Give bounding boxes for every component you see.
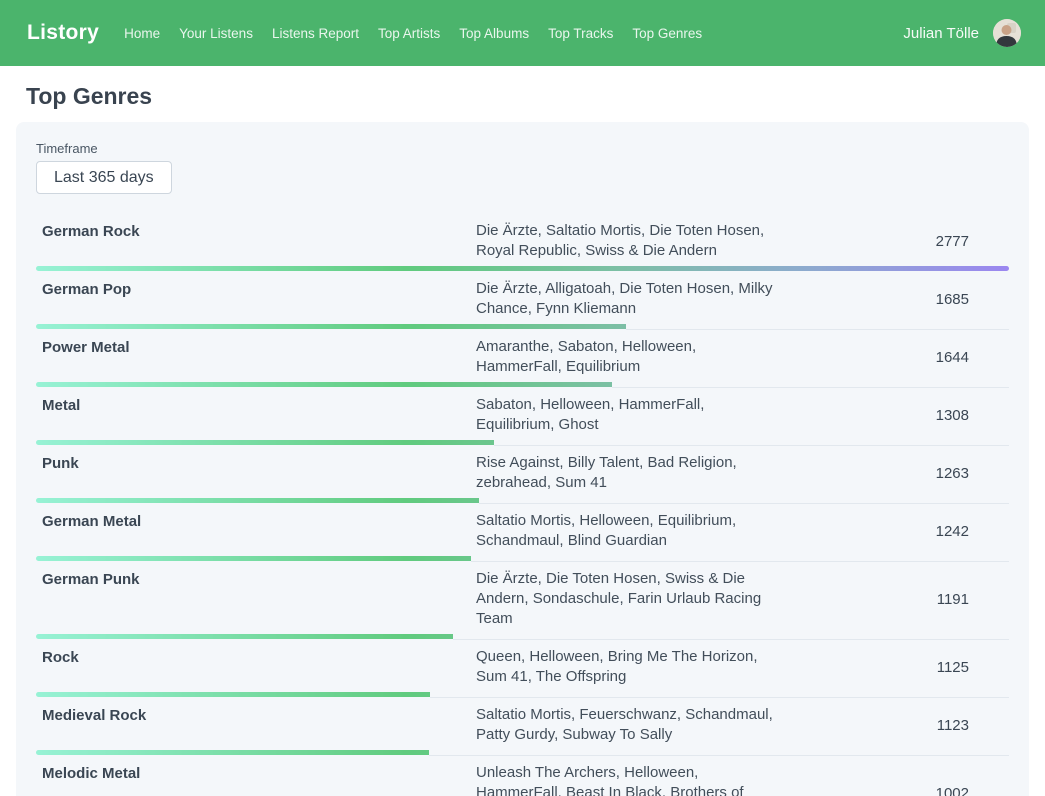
genre-progress-bar [36, 324, 1009, 329]
genre-row: Melodic Metal Unleash The Archers, Hello… [36, 758, 1009, 796]
genre-listen-count: 1644 [784, 349, 1009, 366]
genre-row: Punk Rise Against, Billy Talent, Bad Rel… [36, 448, 1009, 503]
genre-name: German Punk [36, 569, 476, 588]
nav-link-top-artists[interactable]: Top Artists [378, 26, 440, 41]
progress-bar-track [453, 633, 1009, 640]
genre-progress-bar [36, 556, 1009, 561]
genre-row: German Rock Die Ärzte, Saltatio Mortis, … [36, 216, 1009, 271]
progress-bar-fill [36, 266, 1009, 271]
user-name[interactable]: Julian Tölle [903, 25, 979, 42]
nav-link-home[interactable]: Home [124, 26, 160, 41]
nav-link-listens-report[interactable]: Listens Report [272, 26, 359, 41]
genre-progress-bar [36, 440, 1009, 445]
genre-listen-count: 1308 [784, 407, 1009, 424]
genre-artists: Die Ärzte, Alligatoah, Die Toten Hosen, … [476, 279, 784, 319]
genre-name: German Pop [36, 279, 476, 298]
genre-name: Medieval Rock [36, 705, 476, 724]
genre-artists: Rise Against, Billy Talent, Bad Religion… [476, 453, 784, 493]
genre-listen-count: 1125 [784, 659, 1009, 676]
progress-bar-track [471, 555, 1009, 562]
genre-artists: Saltatio Mortis, Feuerschwanz, Schandmau… [476, 705, 784, 745]
genre-row: Rock Queen, Helloween, Bring Me The Hori… [36, 642, 1009, 697]
timeframe-select[interactable]: Last 365 days [36, 161, 172, 194]
genre-progress-bar [36, 750, 1009, 755]
progress-bar-track [612, 381, 1009, 388]
app-header: Listory Home Your Listens Listens Report To… [0, 0, 1045, 66]
genre-row: German Metal Saltatio Mortis, Helloween,… [36, 506, 1009, 561]
genre-progress-bar [36, 382, 1009, 387]
genre-listen-count: 1242 [784, 523, 1009, 540]
genre-row: Medieval Rock Saltatio Mortis, Feuerschw… [36, 700, 1009, 755]
genre-name: German Metal [36, 511, 476, 530]
genre-list: German Rock Die Ärzte, Saltatio Mortis, … [36, 216, 1009, 796]
top-genres-card: Timeframe Last 365 days German Rock Die … [16, 122, 1029, 796]
genre-artists: Queen, Helloween, Bring Me The Horizon, … [476, 647, 784, 687]
genre-artists: Die Ärzte, Die Toten Hosen, Swiss & Die … [476, 569, 784, 629]
genre-progress-bar [36, 266, 1009, 271]
genre-row: German Pop Die Ärzte, Alligatoah, Die To… [36, 274, 1009, 329]
genre-progress-bar [36, 498, 1009, 503]
main-nav: Home Your Listens Listens Report Top Artist… [124, 26, 702, 41]
progress-bar-track [429, 749, 1009, 756]
progress-bar-track [494, 439, 1009, 446]
genre-progress-bar [36, 634, 1009, 639]
nav-link-top-genres[interactable]: Top Genres [632, 26, 702, 41]
progress-bar-track [626, 323, 1009, 330]
progress-bar-track [479, 497, 1009, 504]
nav-link-top-albums[interactable]: Top Albums [459, 26, 529, 41]
app-logo[interactable]: Listory [27, 21, 99, 45]
genre-name: German Rock [36, 221, 476, 240]
genre-name: Rock [36, 647, 476, 666]
genre-row: German Punk Die Ärzte, Die Toten Hosen, … [36, 564, 1009, 639]
genre-row: Power Metal Amaranthe, Sabaton, Hellowee… [36, 332, 1009, 387]
genre-listen-count: 1123 [784, 717, 1009, 734]
user-avatar-icon[interactable] [993, 19, 1021, 47]
progress-bar-track [430, 691, 1009, 698]
genre-listen-count: 1191 [784, 591, 1009, 608]
genre-name: Metal [36, 395, 476, 414]
user-area: Julian Tölle [903, 19, 1021, 47]
genre-artists: Amaranthe, Sabaton, Helloween, HammerFal… [476, 337, 784, 377]
genre-artists: Die Ärzte, Saltatio Mortis, Die Toten Ho… [476, 221, 784, 261]
genre-listen-count: 1263 [784, 465, 1009, 482]
genre-artists: Sabaton, Helloween, HammerFall, Equilibr… [476, 395, 784, 435]
genre-name: Punk [36, 453, 476, 472]
genre-name: Melodic Metal [36, 763, 476, 782]
nav-link-top-tracks[interactable]: Top Tracks [548, 26, 613, 41]
genre-artists: Unleash The Archers, Helloween, HammerFa… [476, 763, 784, 796]
timeframe-filter: Timeframe Last 365 days [36, 141, 1009, 194]
genre-name: Power Metal [36, 337, 476, 356]
main-content: Top Genres Timeframe Last 365 days Germa… [0, 83, 1045, 796]
genre-artists: Saltatio Mortis, Helloween, Equilibrium,… [476, 511, 784, 551]
genre-listen-count: 1685 [784, 291, 1009, 308]
page-title: Top Genres [26, 83, 1019, 110]
genre-row: Metal Sabaton, Helloween, HammerFall, Eq… [36, 390, 1009, 445]
genre-progress-bar [36, 692, 1009, 697]
timeframe-label: Timeframe [36, 141, 1009, 156]
genre-listen-count: 2777 [784, 233, 1009, 250]
nav-link-your-listens[interactable]: Your Listens [179, 26, 253, 41]
genre-listen-count: 1002 [784, 785, 1009, 796]
